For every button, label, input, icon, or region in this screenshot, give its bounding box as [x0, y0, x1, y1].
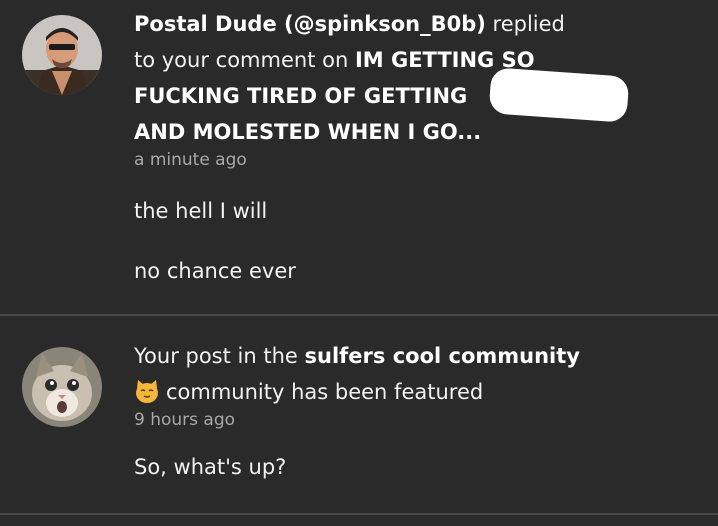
action-text-to: to your comment on	[134, 48, 355, 72]
notification-headline[interactable]: Your post in the sulfers cool community …	[134, 338, 634, 410]
notification-item-featured[interactable]: Your post in the sulfers cool community …	[0, 316, 718, 514]
post-title-part3[interactable]: AND MOLESTED WHEN I GO...	[134, 120, 481, 144]
cat-face-icon	[134, 378, 160, 404]
timestamp: a minute ago	[134, 150, 247, 170]
user-avatar-image	[22, 15, 102, 95]
divider	[0, 513, 718, 515]
notification-content: Your post in the sulfers cool community …	[134, 338, 634, 482]
post-body-text: So, what's up?	[134, 455, 287, 479]
avatar[interactable]	[22, 15, 102, 95]
avatar[interactable]	[22, 347, 102, 427]
featured-text-prefix: Your post in the	[134, 344, 305, 368]
notification-item-reply[interactable]: Postal Dude (@spinkson_B0b) replied to y…	[0, 0, 718, 315]
timestamp: 9 hours ago	[134, 410, 236, 430]
comment-body-line: the hell I will	[134, 199, 268, 223]
user-name-link[interactable]: Postal Dude (@spinkson_B0b)	[134, 12, 486, 36]
comment-body-line: no chance ever	[134, 259, 296, 283]
redaction-scribble	[488, 67, 630, 123]
community-name-link[interactable]: sulfers cool community	[305, 344, 580, 368]
notification-content: Postal Dude (@spinkson_B0b) replied to y…	[134, 6, 634, 286]
post-title-part2[interactable]: FUCKING TIRED OF GETTING	[134, 84, 467, 108]
featured-text-suffix: community has been featured	[166, 380, 484, 404]
cat-avatar-image	[22, 347, 102, 427]
action-text: replied	[485, 12, 565, 36]
